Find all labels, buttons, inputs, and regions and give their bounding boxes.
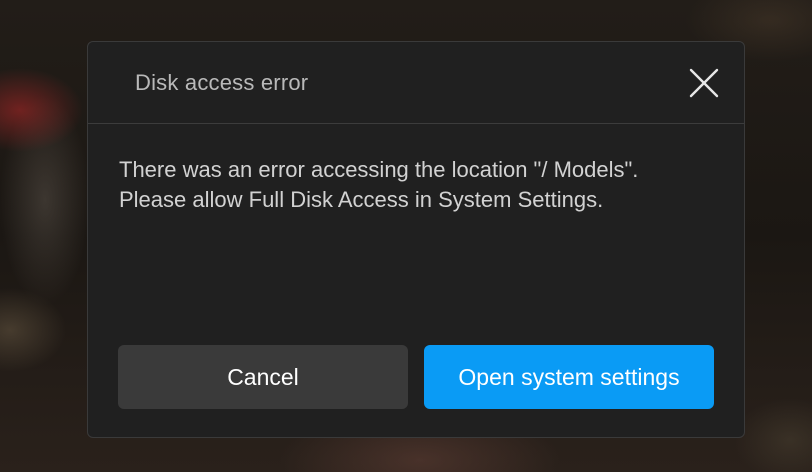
open-system-settings-button[interactable]: Open system settings <box>424 345 714 409</box>
dialog-message: There was an error accessing the locatio… <box>119 157 639 212</box>
close-button[interactable] <box>688 67 720 99</box>
cancel-button[interactable]: Cancel <box>118 345 408 409</box>
dialog-header: Disk access error <box>88 42 744 124</box>
close-icon <box>689 68 719 98</box>
dialog-title: Disk access error <box>135 70 309 95</box>
disk-access-error-dialog: Disk access error There was an error acc… <box>87 41 745 438</box>
